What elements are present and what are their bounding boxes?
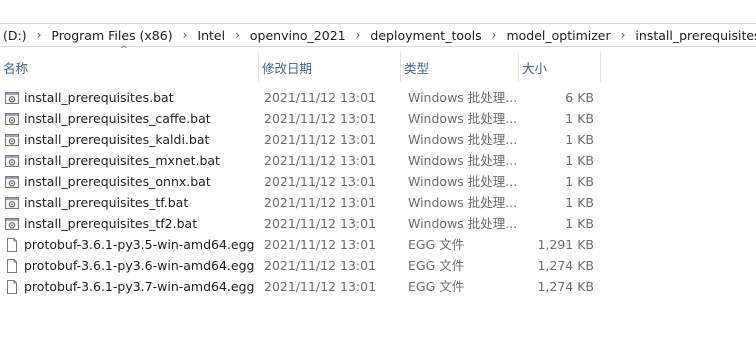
batch-file-icon [4,153,20,169]
breadcrumb-segment[interactable]: Program Files (x86) [48,28,175,43]
file-name-cell[interactable]: protobuf-3.6.1-py3.7-win-amd64.egg [4,276,254,297]
file-type: EGG 文件 [408,279,465,294]
column-header-size-label: 大小 [522,60,548,76]
sort-ascending-icon: ^ [120,45,128,55]
batch-file-icon [4,132,20,148]
generic-file-icon [4,237,20,253]
column-header-name[interactable]: 名称 ^ [0,45,258,82]
column-header-type-label: 类型 [404,60,430,76]
file-date: 2021/11/12 13:01 [264,174,377,189]
column-header-row: 名称 ^ 修改日期 类型 大小 [0,45,756,82]
file-name-cell[interactable]: protobuf-3.6.1-py3.5-win-amd64.egg [4,234,254,255]
file-size: 1 KB [565,216,594,231]
file-row[interactable]: install_prerequisites.bat 2021/11/12 13:0… [0,87,756,108]
breadcrumb-segment[interactable]: Intel [194,28,228,43]
file-row[interactable]: protobuf-3.6.1-py3.6-win-amd64.egg 2021/1… [0,255,756,276]
file-type: Windows 批处理... [408,90,518,105]
file-name-cell[interactable]: install_prerequisites_mxnet.bat [4,150,254,171]
column-header-date[interactable]: 修改日期 [258,52,400,82]
file-size: 1 KB [565,111,594,126]
file-date: 2021/11/12 13:01 [264,90,377,105]
file-size: 1 KB [565,153,594,168]
file-date: 2021/11/12 13:01 [264,132,377,147]
file-size: 1 KB [565,195,594,210]
file-row[interactable]: install_prerequisites_kaldi.bat 2021/11/1… [0,129,756,150]
file-size: 1,291 KB [537,237,594,252]
chevron-right-icon[interactable]: › [176,28,195,42]
file-row[interactable]: install_prerequisites_tf.bat 2021/11/12 1… [0,192,756,213]
batch-file-icon [4,174,20,190]
file-row[interactable]: install_prerequisites_tf2.bat 2021/11/12 … [0,213,756,234]
breadcrumb-segment[interactable]: deployment_tools [367,28,484,43]
file-date: 2021/11/12 13:01 [264,237,377,252]
breadcrumb-segment[interactable]: install_prerequisites [632,28,756,43]
file-type: Windows 批处理... [408,132,518,147]
column-header-name-label: 名称 [3,60,29,76]
column-header-date-label: 修改日期 [262,60,313,76]
file-size: 1 KB [565,174,594,189]
file-name-cell[interactable]: install_prerequisites.bat [4,87,254,108]
file-row[interactable]: install_prerequisites_caffe.bat 2021/11/1… [0,108,756,129]
generic-file-icon [4,279,20,295]
file-type: Windows 批处理... [408,111,518,126]
file-name: protobuf-3.6.1-py3.5-win-amd64.egg [24,237,254,252]
file-name-cell[interactable]: install_prerequisites_onnx.bat [4,171,254,192]
column-header-type[interactable]: 类型 [400,52,518,82]
file-name: install_prerequisites_tf.bat [24,195,189,210]
file-name-cell[interactable]: install_prerequisites_tf.bat [4,192,254,213]
batch-file-icon [4,195,20,211]
file-type: EGG 文件 [408,258,465,273]
file-size: 1,274 KB [537,258,594,273]
chevron-right-icon[interactable]: › [228,28,247,42]
file-name: install_prerequisites_onnx.bat [24,174,211,189]
file-date: 2021/11/12 13:01 [264,195,377,210]
file-row[interactable]: install_prerequisites_onnx.bat 2021/11/12… [0,171,756,192]
chevron-right-icon[interactable]: › [349,28,368,42]
file-type: Windows 批处理... [408,153,518,168]
window-top-strip [0,0,756,18]
file-date: 2021/11/12 13:01 [264,279,377,294]
chevron-right-icon[interactable]: › [30,28,49,42]
file-size: 1,274 KB [537,279,594,294]
generic-file-icon [4,258,20,274]
file-name-cell[interactable]: protobuf-3.6.1-py3.6-win-amd64.egg [4,255,254,276]
file-name: install_prerequisites_caffe.bat [24,111,211,126]
file-name: install_prerequisites_mxnet.bat [24,153,220,168]
chevron-right-icon[interactable]: › [485,28,504,42]
file-name: install_prerequisites_tf2.bat [24,216,198,231]
breadcrumb-segment[interactable]: openvino_2021 [247,28,349,43]
file-row[interactable]: install_prerequisites_mxnet.bat 2021/11/1… [0,150,756,171]
file-name: protobuf-3.6.1-py3.7-win-amd64.egg [24,279,254,294]
file-size: 6 KB [565,90,594,105]
batch-file-icon [4,90,20,106]
file-name: install_prerequisites.bat [24,90,174,105]
chevron-right-icon[interactable]: › [614,28,633,42]
file-date: 2021/11/12 13:01 [264,153,377,168]
column-header-size[interactable]: 大小 [518,52,601,82]
batch-file-icon [4,111,20,127]
breadcrumb-segment[interactable]: model_optimizer [503,28,613,43]
batch-file-icon [4,216,20,232]
file-type: Windows 批处理... [408,216,518,231]
file-date: 2021/11/12 13:01 [264,258,377,273]
file-date: 2021/11/12 13:01 [264,111,377,126]
file-type: Windows 批处理... [408,195,518,210]
file-list: install_prerequisites.bat 2021/11/12 13:0… [0,87,756,297]
file-name-cell[interactable]: install_prerequisites_caffe.bat [4,108,254,129]
file-type: EGG 文件 [408,237,465,252]
file-name: install_prerequisites_kaldi.bat [24,132,210,147]
breadcrumb-segment[interactable]: (D:) [0,28,30,43]
file-size: 1 KB [565,132,594,147]
file-name: protobuf-3.6.1-py3.6-win-amd64.egg [24,258,254,273]
address-breadcrumb[interactable]: (D:) › Program Files (x86) › Intel › openvino_… [0,23,756,47]
file-date: 2021/11/12 13:01 [264,216,377,231]
file-type: Windows 批处理... [408,174,518,189]
file-row[interactable]: protobuf-3.6.1-py3.5-win-amd64.egg 2021/1… [0,234,756,255]
file-row[interactable]: protobuf-3.6.1-py3.7-win-amd64.egg 2021/1… [0,276,756,297]
file-name-cell[interactable]: install_prerequisites_kaldi.bat [4,129,254,150]
file-name-cell[interactable]: install_prerequisites_tf2.bat [4,213,254,234]
